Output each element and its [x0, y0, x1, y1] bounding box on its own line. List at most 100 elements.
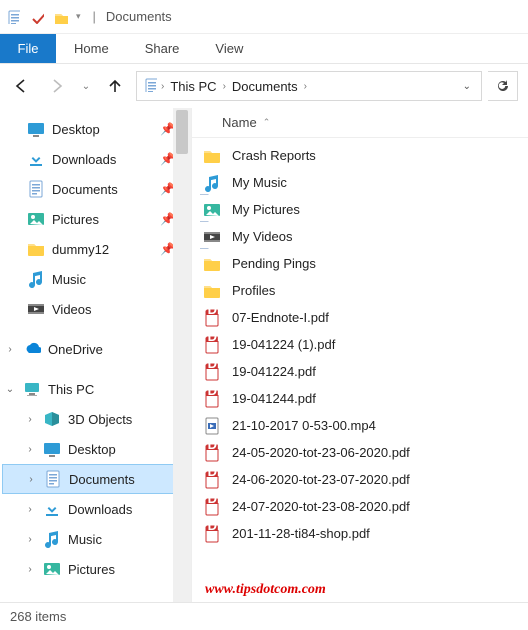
sidebar-item-downloads-pc[interactable]: › Downloads [2, 494, 174, 524]
sidebar-item-music-pc[interactable]: › Music [2, 524, 174, 554]
pdf-icon [202, 524, 222, 544]
qat-newfolder-icon[interactable] [52, 8, 70, 26]
chevron-down-icon[interactable]: ⌄ [4, 384, 16, 395]
nav-up-button[interactable] [100, 71, 130, 101]
3d-icon [42, 409, 62, 429]
qat-dropdown-icon[interactable]: ▾ [76, 11, 81, 22]
pictures-icon [42, 559, 62, 579]
sidebar-item-desktop[interactable]: › Desktop 📌 [2, 114, 174, 144]
folder-icon [202, 146, 222, 166]
tab-home[interactable]: Home [56, 34, 127, 63]
pdf-icon [202, 335, 222, 355]
sidebar-item-pictures-qa[interactable]: › Pictures 📌 [2, 204, 174, 234]
chevron-right-icon[interactable]: › [24, 534, 36, 545]
address-icon [143, 78, 159, 94]
window-title: Documents [102, 9, 172, 24]
downloads-icon [42, 499, 62, 519]
videos-shortcut-icon [202, 227, 222, 247]
pdf-icon [202, 362, 222, 382]
breadcrumb-documents[interactable]: Documents [228, 79, 302, 94]
pictures-icon [26, 209, 46, 229]
app-icon [4, 8, 22, 26]
sidebar-item-onedrive[interactable]: › OneDrive [2, 334, 174, 364]
documents-icon [26, 179, 46, 199]
onedrive-icon [22, 339, 42, 359]
sidebar-item-this-pc[interactable]: ⌄ This PC [2, 374, 174, 404]
pdf-icon [202, 497, 222, 517]
pin-icon: 📌 [160, 212, 174, 226]
list-item[interactable]: 21-10-2017 0-53-00.mp4 [202, 412, 528, 439]
list-item[interactable]: 24-07-2020-tot-23-08-2020.pdf [202, 493, 528, 520]
scroll-thumb[interactable] [176, 110, 188, 154]
nav-back-button[interactable] [6, 71, 36, 101]
chevron-right-icon[interactable]: › [302, 81, 309, 92]
pdf-icon [202, 443, 222, 463]
chevron-right-icon[interactable]: › [4, 344, 16, 355]
sidebar-item-dummy12[interactable]: › dummy12 📌 [2, 234, 174, 264]
status-item-count: 268 items [10, 609, 66, 624]
sidebar-item-documents-qa[interactable]: › Documents 📌 [2, 174, 174, 204]
sidebar-item-documents[interactable]: › Documents [2, 464, 174, 494]
music-icon [26, 269, 46, 289]
sidebar-item-videos-qa[interactable]: › Videos [2, 294, 174, 324]
pin-icon: 📌 [160, 122, 174, 136]
list-item[interactable]: Crash Reports [202, 142, 528, 169]
list-item[interactable]: 19-041224 (1).pdf [202, 331, 528, 358]
folder-icon [202, 281, 222, 301]
nav-history-dropdown[interactable]: ⌄ [78, 71, 94, 101]
documents-icon [43, 469, 63, 489]
music-shortcut-icon [202, 173, 222, 193]
list-item[interactable]: My Pictures [202, 196, 528, 223]
chevron-right-icon[interactable]: › [159, 81, 166, 92]
downloads-icon [26, 149, 46, 169]
nav-scrollbar[interactable]: ▴ [173, 108, 191, 602]
folder-icon [202, 254, 222, 274]
tab-file[interactable]: File [0, 34, 56, 63]
title-separator: | [87, 9, 102, 24]
breadcrumb-this-pc[interactable]: This PC [166, 79, 220, 94]
chevron-right-icon[interactable]: › [24, 564, 36, 575]
this-pc-icon [22, 379, 42, 399]
chevron-right-icon[interactable]: › [24, 414, 36, 425]
list-item[interactable]: 07-Endnote-I.pdf [202, 304, 528, 331]
list-item[interactable]: My Music [202, 169, 528, 196]
list-item[interactable]: Pending Pings [202, 250, 528, 277]
videos-icon [26, 299, 46, 319]
address-bar[interactable]: › This PC › Documents › ⌄ [136, 71, 482, 101]
list-item[interactable]: 19-041244.pdf [202, 385, 528, 412]
sidebar-item-downloads[interactable]: › Downloads 📌 [2, 144, 174, 174]
sidebar-item-music-qa[interactable]: › Music [2, 264, 174, 294]
address-dropdown-icon[interactable]: ⌄ [457, 81, 477, 92]
music-icon [42, 529, 62, 549]
folder-icon [26, 239, 46, 259]
sidebar-item-pictures-pc[interactable]: › Pictures [2, 554, 174, 584]
nav-forward-button[interactable] [42, 71, 72, 101]
video-file-icon [202, 416, 222, 436]
chevron-right-icon[interactable]: › [221, 81, 228, 92]
desktop-icon [26, 119, 46, 139]
list-item[interactable]: Profiles [202, 277, 528, 304]
pin-icon: 📌 [160, 242, 174, 256]
tab-view[interactable]: View [197, 34, 261, 63]
sidebar-item-desktop-pc[interactable]: › Desktop [2, 434, 174, 464]
list-item[interactable]: 19-041224.pdf [202, 358, 528, 385]
file-list: Crash Reports My Music My Pictures My Vi… [192, 138, 528, 551]
navigation-pane: › Desktop 📌 › Downloads 📌 › Documents 📌 … [0, 108, 192, 602]
qat-properties-icon[interactable] [28, 8, 46, 26]
chevron-right-icon[interactable]: › [24, 504, 36, 515]
sidebar-item-3dobjects[interactable]: › 3D Objects [2, 404, 174, 434]
refresh-button[interactable] [488, 71, 518, 101]
desktop-icon [42, 439, 62, 459]
pictures-shortcut-icon [202, 200, 222, 220]
pdf-icon [202, 308, 222, 328]
list-item[interactable]: 24-06-2020-tot-23-07-2020.pdf [202, 466, 528, 493]
tab-share[interactable]: Share [127, 34, 198, 63]
sort-indicator-icon: ⌃ [263, 117, 271, 128]
column-header-name[interactable]: Name [222, 115, 257, 130]
list-item[interactable]: 24-05-2020-tot-23-06-2020.pdf [202, 439, 528, 466]
pdf-icon [202, 389, 222, 409]
list-item[interactable]: 201-11-28-ti84-shop.pdf [202, 520, 528, 547]
chevron-right-icon[interactable]: › [25, 474, 37, 485]
list-item[interactable]: My Videos [202, 223, 528, 250]
chevron-right-icon[interactable]: › [24, 444, 36, 455]
